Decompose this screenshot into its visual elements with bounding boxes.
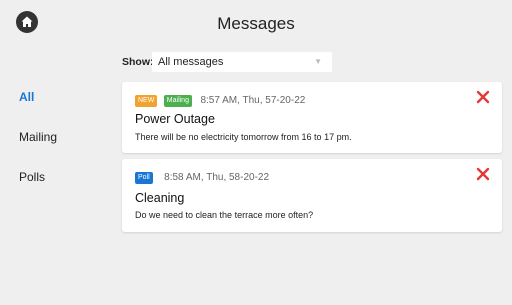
message-meta: Poll 8:58 AM, Thu, 58-20-22 xyxy=(135,169,270,184)
message-card[interactable]: NEW Mailing 8:57 AM, Thu, 57-20-22 Power… xyxy=(122,82,502,153)
sidebar-item-all[interactable]: All xyxy=(19,90,34,104)
chevron-down-icon: ▼ xyxy=(314,57,322,66)
message-title: Power Outage xyxy=(135,112,215,126)
page-title: Messages xyxy=(217,14,295,33)
filter-label: Show: xyxy=(122,56,154,68)
mailing-badge: Mailing xyxy=(163,94,192,107)
delete-message-button[interactable] xyxy=(476,167,490,181)
message-meta: NEW Mailing 8:57 AM, Thu, 57-20-22 xyxy=(135,92,306,107)
message-title: Cleaning xyxy=(135,191,185,205)
message-body: Do we need to clean the terrace more oft… xyxy=(135,210,314,220)
message-timestamp: 8:58 AM, Thu, 58-20-22 xyxy=(164,172,270,184)
message-filter-select[interactable]: All messages ▼ xyxy=(152,52,332,72)
message-card[interactable]: Poll 8:58 AM, Thu, 58-20-22 Cleaning Do … xyxy=(122,159,502,232)
sidebar-item-polls[interactable]: Polls xyxy=(19,170,45,184)
close-icon xyxy=(476,90,490,104)
poll-badge: Poll xyxy=(135,171,153,184)
message-timestamp: 8:57 AM, Thu, 57-20-22 xyxy=(200,95,306,107)
delete-message-button[interactable] xyxy=(476,90,490,104)
message-body: There will be no electricity tomorrow fr… xyxy=(135,132,352,142)
header-bar: Messages xyxy=(0,0,512,46)
close-icon xyxy=(476,167,490,181)
filter-selected-value: All messages xyxy=(158,56,224,68)
new-badge: NEW xyxy=(135,94,158,107)
sidebar-item-mailing[interactable]: Mailing xyxy=(19,130,57,144)
